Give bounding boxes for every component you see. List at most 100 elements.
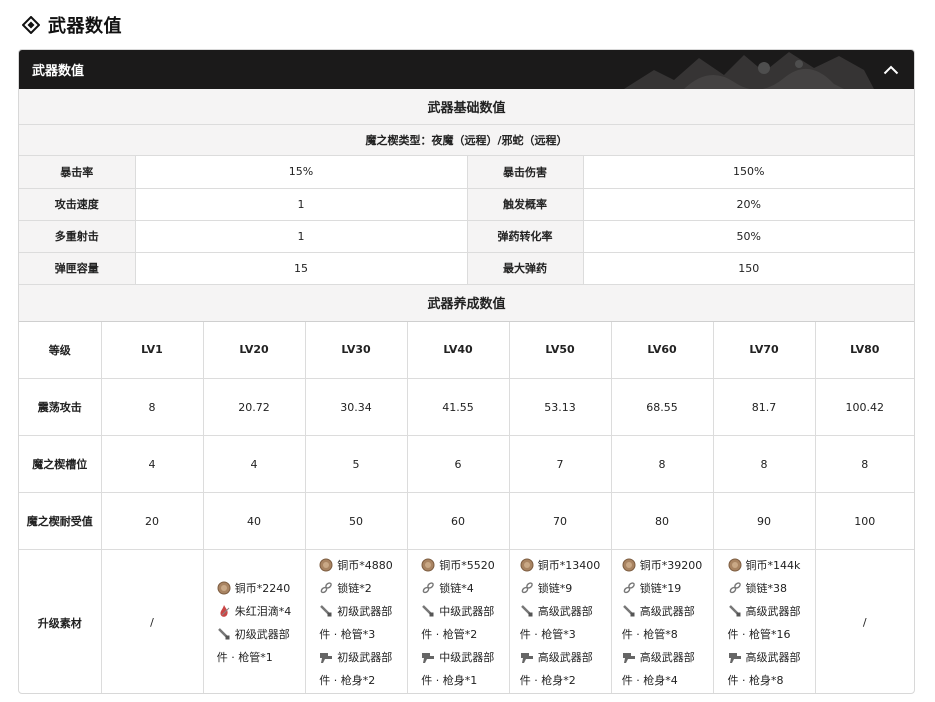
material-item: 铜币*13400 xyxy=(520,554,601,577)
material-text: 铜币*13400 xyxy=(537,558,601,572)
basic-stats-table: 暴击率 15% 暴击伤害 150% 攻击速度 1 触发概率 20% 多重射击 1… xyxy=(19,156,914,285)
page-title: 武器数值 xyxy=(48,16,122,37)
growth-stats-title: 武器养成数值 xyxy=(19,284,914,322)
materials-list: 铜币*144k 锁链*38 高级武器部件 · 枪管*16 高级武器部件 · 枪身*8 xyxy=(728,554,801,692)
material-text: 高级武器部 xyxy=(537,604,593,618)
material-text-cont: 件 · 枪身*1 xyxy=(421,673,478,687)
table-row: 魔之楔槽位 4 4 5 6 7 8 8 8 xyxy=(19,435,914,493)
column-header: LV50 xyxy=(509,321,612,379)
material-item: 锁链*19 xyxy=(622,577,703,600)
table-cell: 30.34 xyxy=(305,378,408,436)
panel-title: 武器数值 xyxy=(32,64,85,79)
chevron-up-icon xyxy=(883,65,899,75)
table-row: 多重射击 1 弹药转化率 50% xyxy=(19,220,914,253)
coin-icon xyxy=(217,580,231,595)
material-item: 高级武器部件 · 枪管*3 xyxy=(520,600,601,646)
material-text: 高级武器部 xyxy=(745,650,801,664)
material-item: 高级武器部件 · 枪身*8 xyxy=(728,646,801,692)
diamond-icon xyxy=(22,16,40,34)
row-label: 震荡攻击 xyxy=(19,378,102,436)
row-label: 升级素材 xyxy=(19,549,102,693)
materials-list: 铜币*5520 锁链*4 中级武器部件 · 枪管*2 中级武器部件 · 枪身*1 xyxy=(421,554,495,692)
coin-icon xyxy=(520,557,534,572)
materials-cell: 铜币*4880 锁链*2 初级武器部件 · 枪管*3 初级武器部件 · 枪身*2 xyxy=(305,549,408,693)
table-row: 魔之楔耐受值 20 40 50 60 70 80 90 100 xyxy=(19,492,914,550)
table-cell: 6 xyxy=(407,435,510,493)
material-text: 初级武器部 xyxy=(234,627,290,641)
basic-stats-title: 武器基础数值 xyxy=(19,89,914,125)
stat-value: 15 xyxy=(135,252,468,285)
material-item: 锁链*2 xyxy=(319,577,393,600)
material-item: 铜币*144k xyxy=(728,554,801,577)
stat-label: 触发概率 xyxy=(467,188,584,221)
material-item: 初级武器部件 · 枪管*1 xyxy=(217,623,292,669)
material-item: 锁链*4 xyxy=(421,577,495,600)
material-text: 铜币*5520 xyxy=(439,558,495,572)
material-text: 锁链*9 xyxy=(537,581,573,595)
stat-label: 暴击率 xyxy=(19,156,136,189)
material-text-cont: 件 · 枪身*4 xyxy=(621,673,678,687)
barrel-part-icon xyxy=(622,603,636,617)
barrel-part-icon xyxy=(728,603,742,617)
body-part-icon xyxy=(728,649,742,663)
material-item: 高级武器部件 · 枪身*4 xyxy=(622,646,703,692)
material-item: 初级武器部件 · 枪管*3 xyxy=(319,600,393,646)
stat-value: 150% xyxy=(583,156,914,189)
material-text-cont: 件 · 枪管*3 xyxy=(319,627,376,641)
materials-cell: 铜币*2240 朱红泪滴*4 初级武器部件 · 枪管*1 xyxy=(203,549,306,693)
coin-icon xyxy=(421,557,435,572)
weapon-stats-panel: 武器数值 武器基础数值 魔之楔类型：夜魔（远程）/邪蛇（远程） 暴击率 15% … xyxy=(18,49,915,694)
stat-value: 150 xyxy=(583,252,914,285)
table-cell: 20 xyxy=(101,492,204,550)
table-cell: 41.55 xyxy=(407,378,510,436)
column-header: LV60 xyxy=(611,321,714,379)
chain-icon xyxy=(622,580,636,594)
material-text: 铜币*39200 xyxy=(639,558,703,572)
materials-cell: 铜币*39200 锁链*19 高级武器部件 · 枪管*8 高级武器部件 · 枪身*4 xyxy=(611,549,714,693)
stat-label: 攻击速度 xyxy=(19,188,136,221)
material-item: 铜币*39200 xyxy=(622,554,703,577)
material-item: 初级武器部件 · 枪身*2 xyxy=(319,646,393,692)
material-item: 朱红泪滴*4 xyxy=(217,600,292,623)
material-text-cont: 件 · 枪管*3 xyxy=(519,627,576,641)
materials-cell: / xyxy=(101,549,204,693)
column-header: LV80 xyxy=(815,321,914,379)
materials-list: 铜币*13400 锁链*9 高级武器部件 · 枪管*3 高级武器部件 · 枪身*2 xyxy=(520,554,601,692)
barrel-part-icon xyxy=(217,626,231,640)
material-item: 高级武器部件 · 枪管*16 xyxy=(728,600,801,646)
material-text: 初级武器部 xyxy=(337,650,393,664)
column-header: 等级 xyxy=(19,321,102,379)
table-cell: 60 xyxy=(407,492,510,550)
stat-value: 50% xyxy=(583,220,914,253)
material-text: 高级武器部 xyxy=(639,650,695,664)
material-text: 锁链*19 xyxy=(639,581,682,595)
material-item: 中级武器部件 · 枪身*1 xyxy=(421,646,495,692)
table-cell: 40 xyxy=(203,492,306,550)
panel-header[interactable]: 武器数值 xyxy=(19,50,914,89)
chain-icon xyxy=(728,580,742,594)
coin-icon xyxy=(319,557,333,572)
materials-row: 升级素材 / 铜币*2240 朱红泪滴*4 初级武器部件 · 枪管*1 铜币*488… xyxy=(19,549,914,693)
table-cell: 68.55 xyxy=(611,378,714,436)
material-text: 铜币*2240 xyxy=(234,581,291,595)
stat-label: 多重射击 xyxy=(19,220,136,253)
material-text: 高级武器部 xyxy=(537,650,593,664)
material-text: 高级武器部 xyxy=(639,604,695,618)
table-cell: 80 xyxy=(611,492,714,550)
table-cell: 81.7 xyxy=(713,378,816,436)
column-header: LV70 xyxy=(713,321,816,379)
material-text: 锁链*4 xyxy=(439,581,474,595)
collapse-button[interactable] xyxy=(880,59,902,81)
materials-list: 铜币*4880 锁链*2 初级武器部件 · 枪管*3 初级武器部件 · 枪身*2 xyxy=(319,554,393,692)
chain-icon xyxy=(421,580,435,594)
table-cell: 100.42 xyxy=(815,378,914,436)
material-text: 铜币*4880 xyxy=(337,558,393,572)
weapon-subtype: 魔之楔类型：夜魔（远程）/邪蛇（远程） xyxy=(19,125,914,156)
coin-icon xyxy=(622,557,636,572)
material-text-cont: 件 · 枪管*1 xyxy=(216,650,273,664)
table-cell: 70 xyxy=(509,492,612,550)
material-text: 朱红泪滴*4 xyxy=(234,604,292,618)
material-text: 中级武器部 xyxy=(439,650,495,664)
materials-cell: 铜币*144k 锁链*38 高级武器部件 · 枪管*16 高级武器部件 · 枪身*8 xyxy=(713,549,816,693)
materials-cell: / xyxy=(862,616,867,630)
